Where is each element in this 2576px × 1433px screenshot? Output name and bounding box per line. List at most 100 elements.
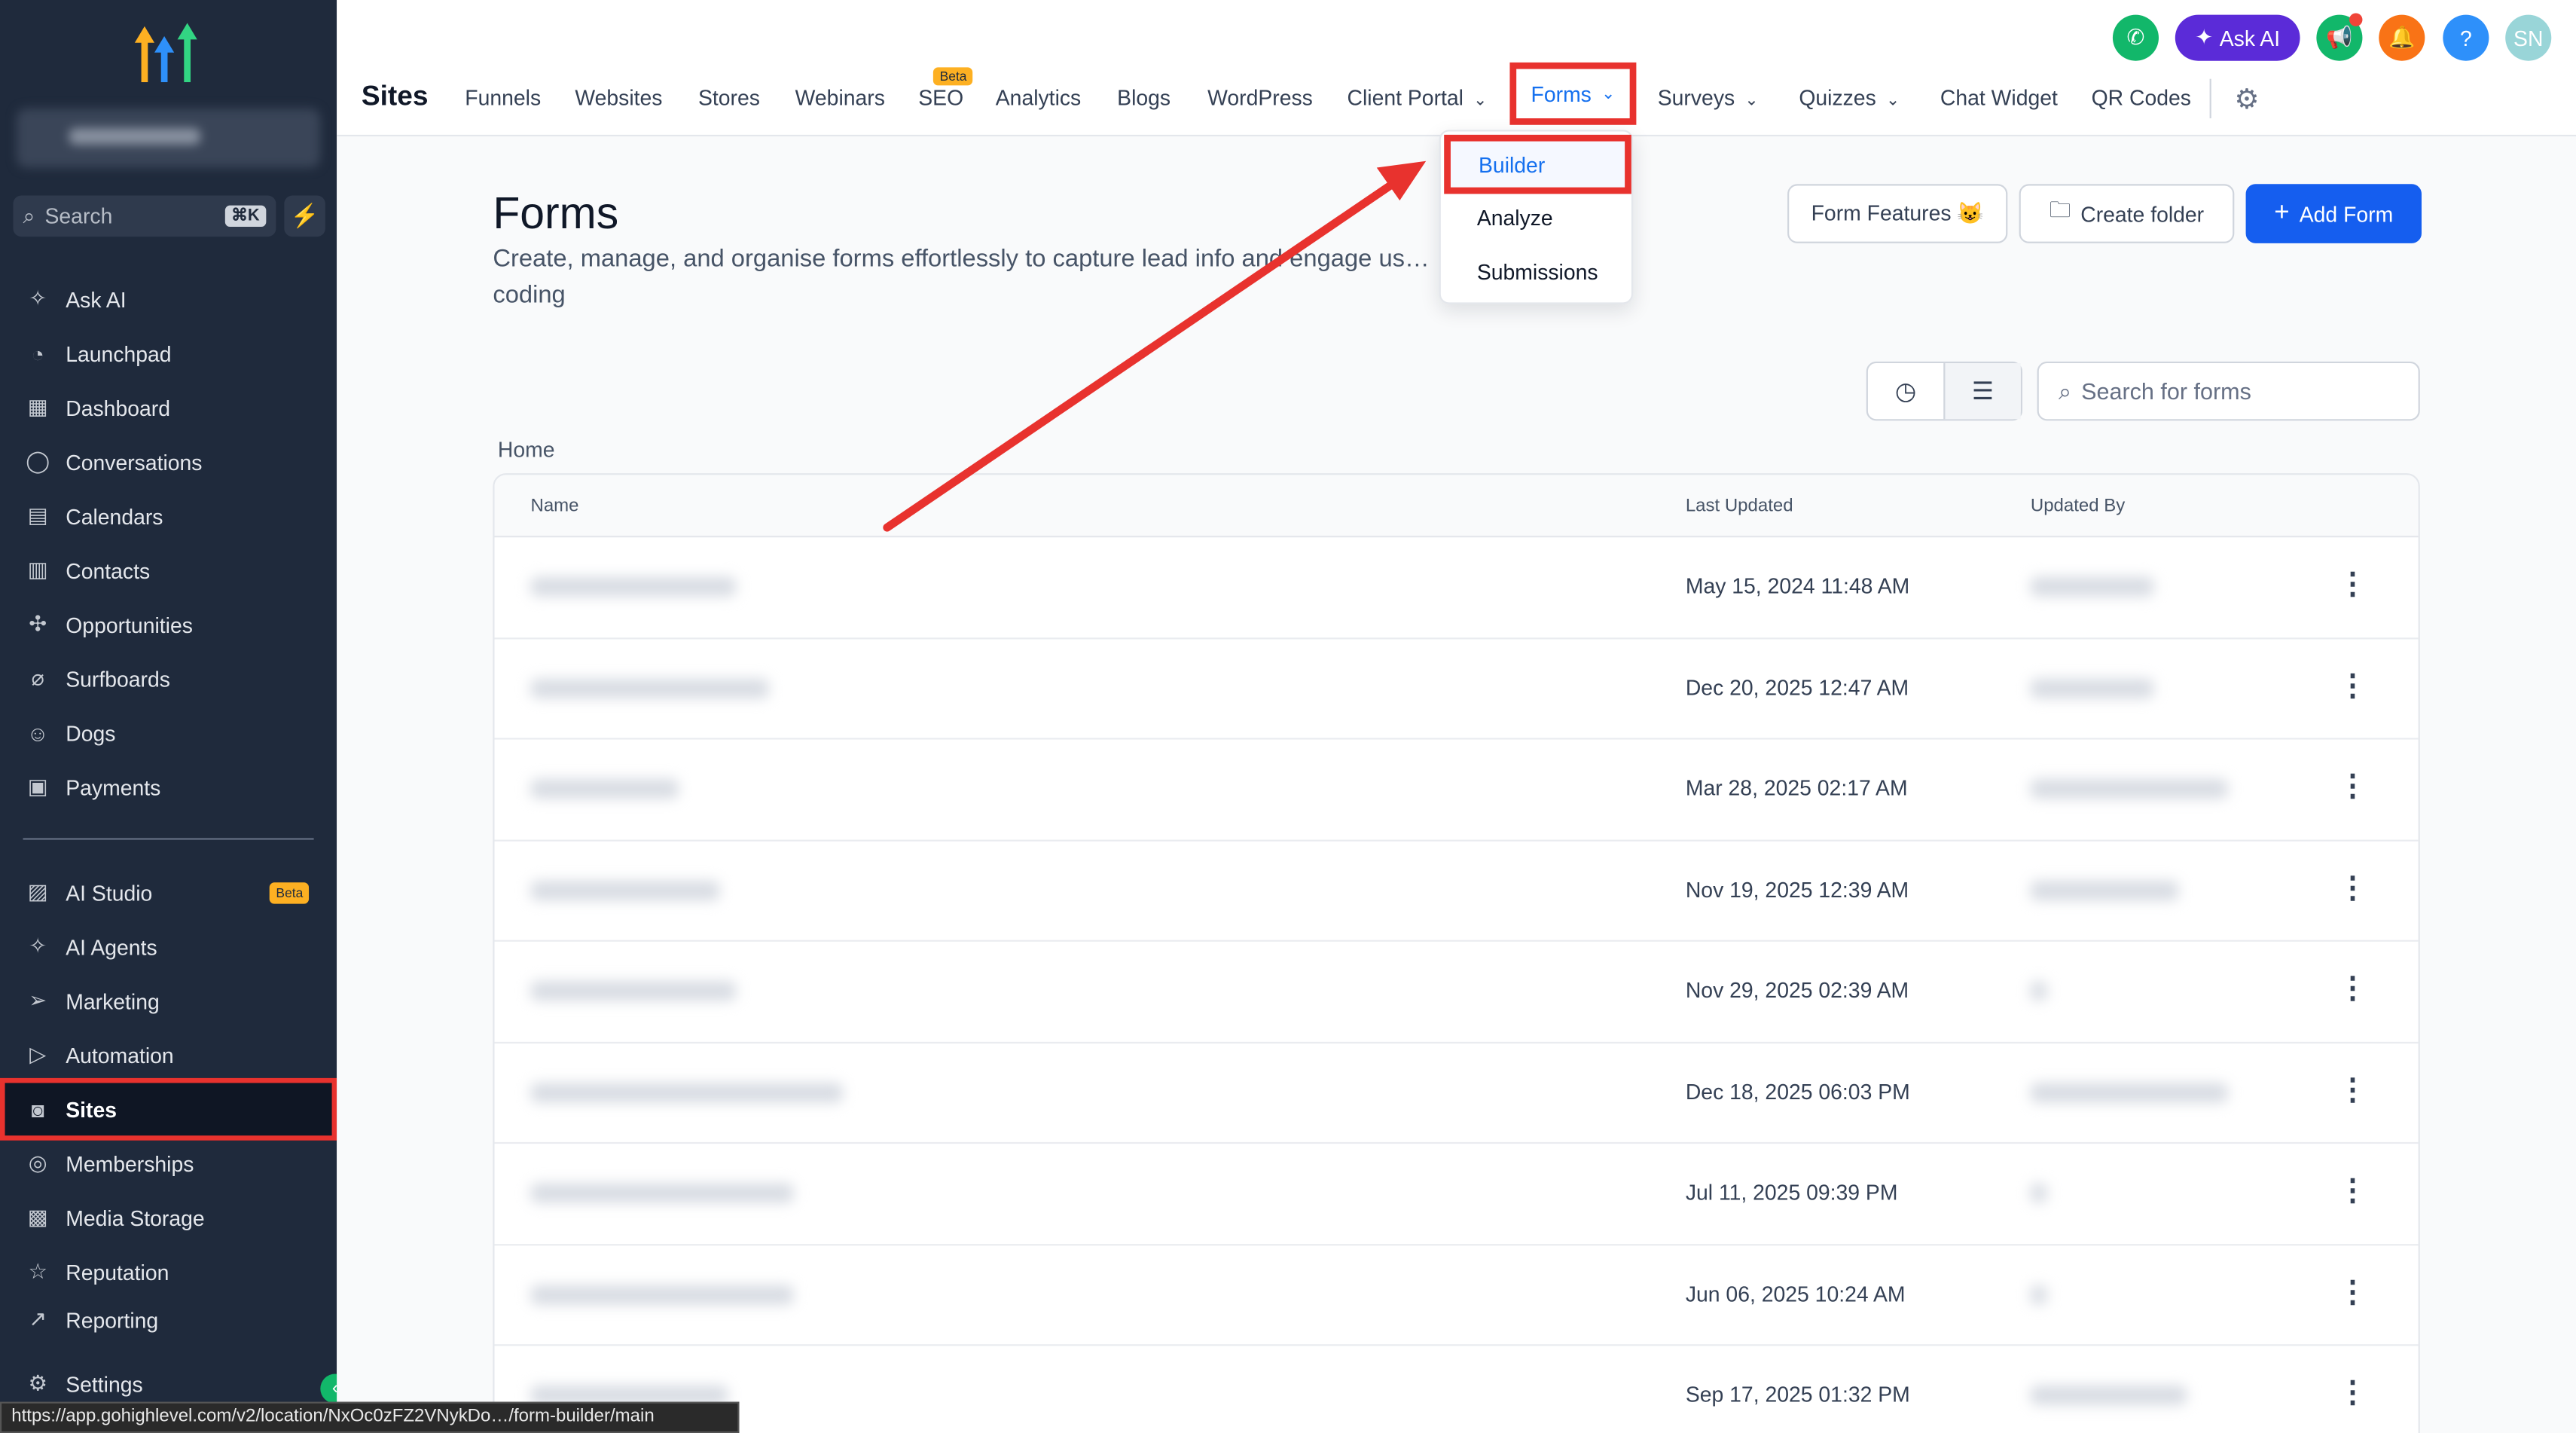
form-name-redacted[interactable]: [530, 677, 769, 698]
sidebar-item-surfboards[interactable]: ⌀ Surfboards: [23, 659, 319, 698]
recent-view-button[interactable]: ◷: [1868, 363, 1943, 419]
tab-label: Forms: [1531, 81, 1592, 106]
sidebar-search[interactable]: ⌕ Search ⌘K: [13, 195, 276, 237]
list-view-button[interactable]: ☰: [1943, 363, 2021, 420]
sidebar-item-reputation[interactable]: ☆ Reputation: [23, 1252, 319, 1291]
more-actions-icon[interactable]: ⋮: [2338, 668, 2367, 703]
more-actions-icon[interactable]: ⋮: [2338, 1072, 2367, 1107]
tab-websites[interactable]: Websites: [575, 85, 662, 110]
menu-item-builder[interactable]: Builder: [1444, 134, 1631, 194]
quick-actions-button[interactable]: ⚡: [284, 195, 325, 237]
more-actions-icon[interactable]: ⋮: [2338, 870, 2367, 905]
more-actions-icon[interactable]: ⋮: [2338, 769, 2367, 804]
tab-client-portal[interactable]: Client Portal ⌄: [1348, 85, 1488, 110]
tab-seo[interactable]: SEO: [918, 85, 963, 110]
create-folder-button[interactable]: 🗀 Create folder: [2019, 184, 2235, 243]
sidebar-item-contacts[interactable]: ▥ Contacts: [23, 551, 319, 590]
col-updated-by[interactable]: Updated By: [2031, 497, 2125, 516]
main-content: Forms Create, manage, and organise forms…: [337, 136, 2576, 1433]
more-actions-icon[interactable]: ⋮: [2338, 567, 2367, 602]
col-last-updated[interactable]: Last Updated: [1686, 497, 1793, 516]
form-name-redacted[interactable]: [530, 1183, 794, 1203]
add-form-button[interactable]: + Add Form: [2245, 184, 2422, 243]
form-name-redacted[interactable]: [530, 981, 737, 1001]
tab-funnels[interactable]: Funnels: [465, 85, 541, 110]
table-row[interactable]: Jun 06, 2025 10:24 AM ⋮: [494, 1245, 2419, 1346]
sidebar-item-settings[interactable]: ⚙ Settings: [23, 1364, 319, 1403]
form-name-redacted[interactable]: [530, 576, 737, 597]
notifications-button[interactable]: 🔔: [2379, 14, 2425, 61]
sidebar-item-marketing[interactable]: ➢ Marketing: [23, 981, 319, 1020]
ask-ai-button[interactable]: ✦ Ask AI: [2175, 14, 2300, 61]
table-row[interactable]: Sep 17, 2025 01:32 PM ⋮: [495, 1346, 2419, 1433]
sidebar-item-dogs[interactable]: ☺ Dogs: [23, 713, 319, 753]
sidebar-item-dashboard[interactable]: ▦ Dashboard: [23, 388, 319, 427]
table-row[interactable]: Nov 19, 2025 12:39 AM ⋮: [494, 841, 2419, 942]
rocket-icon: ◔: [31, 341, 44, 366]
tab-surveys[interactable]: Surveys ⌄: [1658, 85, 1759, 110]
form-name-redacted[interactable]: [530, 1082, 843, 1102]
search-icon: ⌕: [2058, 377, 2072, 404]
menu-item-submissions[interactable]: Submissions: [1477, 260, 1598, 285]
top-nav: Sites Funnels Websites Stores Webinars SEO An…: [337, 0, 2576, 137]
more-actions-icon[interactable]: ⋮: [2338, 1173, 2367, 1208]
more-actions-icon[interactable]: ⋮: [2338, 971, 2367, 1006]
gear-icon: ⚙: [28, 1370, 47, 1395]
tab-qr-codes[interactable]: QR Codes: [2092, 85, 2191, 110]
last-updated-cell: Sep 17, 2025 01:32 PM: [1685, 1382, 1910, 1407]
form-features-button[interactable]: Form Features 😺: [1787, 184, 2008, 243]
menu-item-analyze[interactable]: Analyze: [1477, 206, 1553, 231]
sidebar-item-media-storage[interactable]: ▩ Media Storage: [23, 1198, 319, 1237]
last-updated-cell: Nov 19, 2025 12:39 AM: [1685, 876, 1909, 902]
tab-stores[interactable]: Stores: [698, 85, 760, 110]
table-row[interactable]: Mar 28, 2025 02:17 AM ⋮: [494, 740, 2419, 841]
account-switcher[interactable]: [16, 108, 321, 168]
folder-plus-icon: 🗀: [2049, 197, 2071, 222]
table-row[interactable]: Jul 11, 2025 09:39 PM ⋮: [494, 1144, 2419, 1245]
updated-by-redacted: [2030, 1284, 2047, 1304]
avatar[interactable]: SN: [2505, 14, 2552, 61]
tab-wordpress[interactable]: WordPress: [1207, 85, 1313, 110]
sidebar-item-ai-agents[interactable]: ✧ AI Agents: [23, 927, 319, 966]
sidebar-item-reporting[interactable]: ↗ Reporting: [23, 1306, 319, 1333]
phone-button[interactable]: ✆: [2112, 14, 2159, 61]
form-name-redacted[interactable]: [530, 880, 720, 900]
sidebar-item-label: Payments: [66, 775, 161, 800]
form-name-redacted[interactable]: [530, 1284, 794, 1304]
table-row[interactable]: Dec 20, 2025 12:47 AM ⋮: [494, 638, 2419, 740]
chevron-down-icon: ⌄: [1601, 84, 1616, 103]
help-button[interactable]: ?: [2443, 14, 2489, 61]
app-logo[interactable]: [131, 23, 203, 86]
sidebar-item-ask-ai[interactable]: ✧ Ask AI: [23, 280, 319, 319]
page-subtitle: Create, manage, and organise forms effor…: [493, 242, 1445, 314]
more-actions-icon[interactable]: ⋮: [2338, 1275, 2367, 1309]
tab-forms[interactable]: Forms ⌄: [1509, 62, 1637, 125]
tab-blogs[interactable]: Blogs: [1117, 85, 1170, 110]
tab-webinars[interactable]: Webinars: [795, 85, 885, 110]
tab-chat-widget[interactable]: Chat Widget: [1940, 85, 2058, 110]
sidebar-item-calendars[interactable]: ▤ Calendars: [23, 497, 319, 536]
sidebar-item-payments[interactable]: ▣ Payments: [23, 768, 319, 807]
breadcrumb[interactable]: Home: [498, 437, 555, 462]
search-forms-input[interactable]: ⌕ Search for forms: [2037, 361, 2420, 421]
receipt-icon: ▣: [27, 774, 48, 799]
table-row[interactable]: May 15, 2024 11:48 AM ⋮: [494, 537, 2419, 639]
sidebar-item-automation[interactable]: ▷ Automation: [23, 1035, 319, 1074]
tab-label: Stores: [697, 85, 760, 111]
send-icon: ➢: [29, 987, 47, 1013]
last-updated-cell: Jul 11, 2025 09:39 PM: [1685, 1180, 1898, 1205]
col-name[interactable]: Name: [531, 497, 579, 516]
table-row[interactable]: Dec 18, 2025 06:03 PM ⋮: [494, 1043, 2419, 1144]
tab-quizzes[interactable]: Quizzes ⌄: [1799, 85, 1900, 110]
sidebar-item-sites[interactable]: ◙ Sites: [23, 1089, 319, 1129]
sidebar-item-opportunities[interactable]: ✣ Opportunities: [23, 605, 319, 644]
sidebar-item-memberships[interactable]: ◎ Memberships: [23, 1144, 319, 1183]
more-actions-icon[interactable]: ⋮: [2338, 1376, 2367, 1410]
tab-analytics[interactable]: Analytics: [996, 85, 1081, 110]
form-name-redacted[interactable]: [530, 778, 679, 799]
sidebar-item-conversations[interactable]: ◯ Conversations: [23, 442, 319, 481]
sidebar-item-launchpad[interactable]: ◔ Launchpad: [23, 334, 319, 373]
subtitle-line2: coding: [493, 280, 566, 310]
settings-gear-icon[interactable]: ⚙: [2234, 84, 2259, 117]
table-row[interactable]: Nov 29, 2025 02:39 AM ⋮: [494, 942, 2419, 1043]
